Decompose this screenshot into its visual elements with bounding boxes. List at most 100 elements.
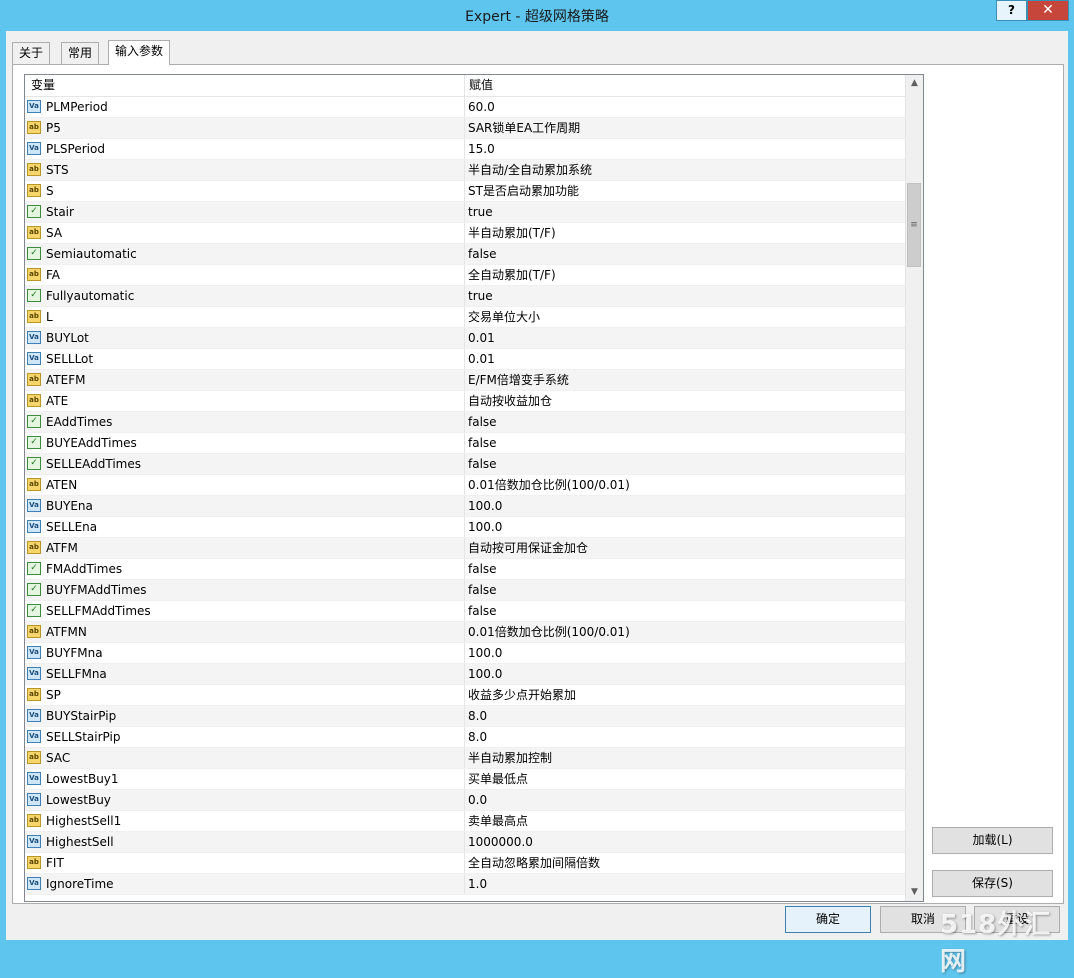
table-row[interactable]: ab L 交易单位大小	[25, 307, 905, 328]
table-row[interactable]: ab HighestSell1 卖单最高点	[25, 811, 905, 832]
variable-cell[interactable]: Va LowestBuy	[25, 790, 465, 810]
table-row[interactable]: ab SAC 半自动累加控制	[25, 748, 905, 769]
table-row[interactable]: ✓ BUYEAddTimes false	[25, 433, 905, 454]
variable-cell[interactable]: ✓ Fullyautomatic	[25, 286, 465, 306]
table-row[interactable]: ✓ Stair true	[25, 202, 905, 223]
value-cell[interactable]: 卖单最高点	[468, 811, 528, 831]
scroll-thumb[interactable]: ≡	[907, 183, 921, 267]
value-cell[interactable]: 全自动累加(T/F)	[468, 265, 556, 285]
variable-cell[interactable]: Va BUYEna	[25, 496, 465, 516]
table-row[interactable]: ✓ FMAddTimes false	[25, 559, 905, 580]
table-row[interactable]: Va PLMPeriod 60.0	[25, 97, 905, 118]
value-cell[interactable]: 0.01	[468, 349, 495, 369]
value-cell[interactable]: 1000000.0	[468, 832, 533, 852]
value-cell[interactable]: true	[468, 202, 493, 222]
value-cell[interactable]: false	[468, 454, 497, 474]
value-cell[interactable]: 0.01倍数加仓比例(100/0.01)	[468, 475, 630, 495]
table-row[interactable]: Va SELLStairPip 8.0	[25, 727, 905, 748]
value-cell[interactable]: 100.0	[468, 517, 502, 537]
vertical-scrollbar[interactable]: ▲ ≡ ▼	[905, 75, 923, 901]
tab-common[interactable]: 常用	[61, 42, 100, 64]
table-row[interactable]: ✓ BUYFMAddTimes false	[25, 580, 905, 601]
variable-cell[interactable]: ab ATE	[25, 391, 465, 411]
table-row[interactable]: Va BUYEna 100.0	[25, 496, 905, 517]
table-row[interactable]: ab STS 半自动/全自动累加系统	[25, 160, 905, 181]
value-cell[interactable]: false	[468, 580, 497, 600]
table-row[interactable]: ab ATFMN 0.01倍数加仓比例(100/0.01)	[25, 622, 905, 643]
table-row[interactable]: Va HighestSell 1000000.0	[25, 832, 905, 853]
variable-cell[interactable]: ab ATEN	[25, 475, 465, 495]
variable-cell[interactable]: Va SELLLot	[25, 349, 465, 369]
variable-cell[interactable]: ab FIT	[25, 853, 465, 873]
value-cell[interactable]: 自动按可用保证金加仓	[468, 538, 588, 558]
table-row[interactable]: ✓ SELLFMAddTimes false	[25, 601, 905, 622]
load-button[interactable]: 加载(L)	[932, 827, 1053, 854]
variable-cell[interactable]: ab ATEFM	[25, 370, 465, 390]
save-button[interactable]: 保存(S)	[932, 870, 1053, 897]
value-cell[interactable]: 半自动累加控制	[468, 748, 552, 768]
value-cell[interactable]: 8.0	[468, 706, 487, 726]
table-row[interactable]: ab FIT 全自动忽略累加间隔倍数	[25, 853, 905, 874]
table-row[interactable]: Va IgnoreTime 1.0	[25, 874, 905, 895]
table-row[interactable]: Va PLSPeriod 15.0	[25, 139, 905, 160]
variable-cell[interactable]: ✓ BUYEAddTimes	[25, 433, 465, 453]
value-cell[interactable]: 8.0	[468, 727, 487, 747]
table-row[interactable]: ab P5 SAR锁单EA工作周期	[25, 118, 905, 139]
variable-cell[interactable]: Va SELLStairPip	[25, 727, 465, 747]
variable-cell[interactable]: ab SA	[25, 223, 465, 243]
variable-cell[interactable]: ✓ Stair	[25, 202, 465, 222]
value-cell[interactable]: 自动按收益加仓	[468, 391, 552, 411]
variable-cell[interactable]: ab SP	[25, 685, 465, 705]
value-cell[interactable]: 0.01	[468, 328, 495, 348]
variable-cell[interactable]: Va HighestSell	[25, 832, 465, 852]
table-row[interactable]: Va SELLEna 100.0	[25, 517, 905, 538]
variable-cell[interactable]: Va IgnoreTime	[25, 874, 465, 894]
parameters-grid[interactable]: 变量 赋值 Va PLMPeriod 60.0 ab P5 SAR锁单EA工作周期 Va PL…	[24, 74, 924, 902]
table-row[interactable]: ab ATEFM E/FM倍增变手系统	[25, 370, 905, 391]
value-cell[interactable]: 交易单位大小	[468, 307, 540, 327]
variable-cell[interactable]: ✓ FMAddTimes	[25, 559, 465, 579]
value-cell[interactable]: SAR锁单EA工作周期	[468, 118, 580, 138]
value-cell[interactable]: false	[468, 601, 497, 621]
value-cell[interactable]: ST是否启动累加功能	[468, 181, 579, 201]
table-row[interactable]: ab FA 全自动累加(T/F)	[25, 265, 905, 286]
table-row[interactable]: ab ATFM 自动按可用保证金加仓	[25, 538, 905, 559]
variable-cell[interactable]: ab ATFMN	[25, 622, 465, 642]
value-cell[interactable]: false	[468, 559, 497, 579]
table-row[interactable]: ab ATE 自动按收益加仓	[25, 391, 905, 412]
table-row[interactable]: Va BUYLot 0.01	[25, 328, 905, 349]
value-cell[interactable]: true	[468, 286, 493, 306]
value-cell[interactable]: 100.0	[468, 664, 502, 684]
table-row[interactable]: ✓ SELLEAddTimes false	[25, 454, 905, 475]
value-cell[interactable]: 1.0	[468, 874, 487, 894]
variable-cell[interactable]: ✓ SELLEAddTimes	[25, 454, 465, 474]
variable-cell[interactable]: ab FA	[25, 265, 465, 285]
value-cell[interactable]: 0.01倍数加仓比例(100/0.01)	[468, 622, 630, 642]
table-row[interactable]: Va BUYStairPip 8.0	[25, 706, 905, 727]
column-header-variable[interactable]: 变量	[25, 75, 465, 96]
value-cell[interactable]: 0.0	[468, 790, 487, 810]
column-header-value[interactable]: 赋值	[465, 75, 909, 96]
help-button[interactable]: ?	[996, 0, 1027, 21]
value-cell[interactable]: E/FM倍增变手系统	[468, 370, 569, 390]
scroll-down-arrow-icon[interactable]: ▼	[906, 884, 923, 901]
variable-cell[interactable]: ✓ Semiautomatic	[25, 244, 465, 264]
scroll-up-arrow-icon[interactable]: ▲	[906, 75, 923, 92]
ok-button[interactable]: 确定	[785, 906, 871, 933]
close-button[interactable]: ✕	[1027, 0, 1069, 21]
variable-cell[interactable]: Va LowestBuy1	[25, 769, 465, 789]
table-row[interactable]: Va SELLLot 0.01	[25, 349, 905, 370]
variable-cell[interactable]: Va PLMPeriod	[25, 97, 465, 117]
value-cell[interactable]: 半自动/全自动累加系统	[468, 160, 592, 180]
table-row[interactable]: ✓ EAddTimes false	[25, 412, 905, 433]
value-cell[interactable]: 15.0	[468, 139, 495, 159]
table-row[interactable]: ab ATEN 0.01倍数加仓比例(100/0.01)	[25, 475, 905, 496]
value-cell[interactable]: 买单最低点	[468, 769, 528, 789]
table-row[interactable]: Va BUYFMna 100.0	[25, 643, 905, 664]
value-cell[interactable]: false	[468, 244, 497, 264]
variable-cell[interactable]: Va SELLFMna	[25, 664, 465, 684]
variable-cell[interactable]: ✓ SELLFMAddTimes	[25, 601, 465, 621]
variable-cell[interactable]: ab L	[25, 307, 465, 327]
variable-cell[interactable]: ab ATFM	[25, 538, 465, 558]
table-row[interactable]: ✓ Semiautomatic false	[25, 244, 905, 265]
